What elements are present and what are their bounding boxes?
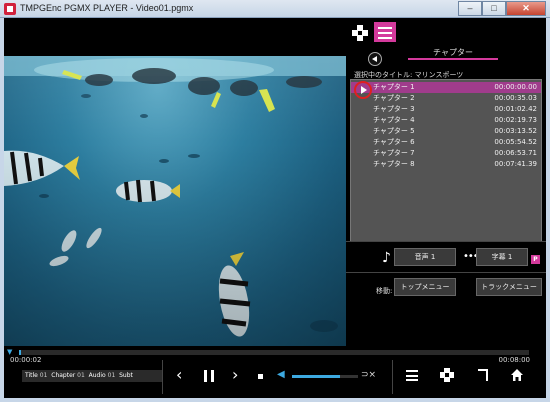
return-icon[interactable] [478, 369, 488, 381]
chapter-row[interactable]: チャプター 8 00:07:41.39 [351, 159, 541, 170]
chapter-name: チャプター 6 [373, 138, 415, 146]
info-subt-key: Subt [119, 372, 133, 379]
prev-icon[interactable]: ‹ [176, 365, 182, 384]
panel-divider [346, 272, 546, 273]
chapter-name: チャプター 4 [373, 116, 415, 124]
chapter-row[interactable]: チャプター 1 00:00:00.00 [351, 82, 541, 93]
elapsed-time: 00:00:02 [10, 356, 42, 364]
info-chapter-val: 01 [77, 372, 85, 379]
control-divider [392, 360, 393, 394]
chapter-row[interactable]: チャプター 3 00:01:02.42 [351, 104, 541, 115]
panel-header: チャプター [433, 48, 473, 57]
chapter-name: チャプター 1 [373, 83, 415, 91]
info-title-key: Title [25, 372, 38, 379]
hamburger-icon[interactable] [406, 370, 418, 381]
chapter-time: 00:02:19.73 [494, 116, 537, 124]
dpad-nav-icon[interactable] [440, 368, 454, 382]
chapter-panel: チャプター 選択中のタイトル: マリンスポーツ チャプター 1 00:00:00.… [346, 42, 546, 346]
chapter-name: チャプター 5 [373, 127, 415, 135]
loop-icon[interactable]: ⊃× [361, 370, 376, 380]
chapter-time: 00:00:00.00 [494, 83, 537, 91]
info-audio-val: 01 [107, 372, 116, 379]
back-icon[interactable] [368, 52, 382, 66]
track-menu-button[interactable]: トラックメニュー [476, 278, 542, 296]
play-icon[interactable] [354, 81, 372, 99]
top-menu-button[interactable]: トップメニュー [394, 278, 456, 296]
seek-bar-fill [19, 350, 22, 355]
chapter-row[interactable]: チャプター 7 00:06:53.71 [351, 148, 541, 159]
window-controls: – □ ✕ [458, 1, 546, 16]
chapter-name: チャプター 7 [373, 149, 415, 157]
subtitle-button[interactable]: 字幕 1 [476, 248, 528, 266]
app-icon [4, 3, 16, 15]
chapter-row[interactable]: チャプター 5 00:03:13.52 [351, 126, 541, 137]
volume-slider[interactable] [292, 375, 358, 378]
info-chapter-key: Chapter [51, 372, 76, 379]
volume-slider-fill [292, 375, 340, 378]
info-title-val: 01 [39, 372, 48, 379]
maximize-button[interactable]: □ [482, 1, 506, 16]
chapter-time: 00:03:13.52 [494, 127, 537, 135]
info-audio-key: Audio [88, 372, 106, 379]
chapter-row[interactable]: チャプター 2 00:00:35.03 [351, 93, 541, 104]
control-bar: 00:00:02 00:08:00 Title 01 Chapter 01 Au… [4, 356, 546, 398]
pause-icon[interactable] [204, 370, 214, 382]
menu-icon[interactable] [374, 22, 396, 44]
audio-button[interactable]: 音声 1 [394, 248, 456, 266]
dpad-icon[interactable] [352, 25, 368, 41]
chapter-time: 00:07:41.39 [494, 160, 537, 168]
window-title: TMPGEnc PGMX PLAYER - Video01.pgmx [20, 3, 194, 13]
total-time: 00:08:00 [498, 356, 530, 364]
stop-icon[interactable] [258, 374, 263, 379]
chapter-time: 00:05:54.52 [494, 138, 537, 146]
chapter-row[interactable]: チャプター 4 00:02:19.73 [351, 115, 541, 126]
info-strip: Title 01 Chapter 01 Audio 01 Subt [22, 370, 162, 382]
seek-bar[interactable] [19, 350, 529, 355]
minimize-button[interactable]: – [458, 1, 482, 16]
panel-divider [346, 241, 546, 242]
control-divider [162, 360, 163, 394]
chapter-time: 00:06:53.71 [494, 149, 537, 157]
home-icon[interactable] [510, 368, 524, 382]
title-bar: TMPGEnc PGMX PLAYER - Video01.pgmx – □ ✕ [0, 0, 550, 18]
chapter-row[interactable]: チャプター 6 00:05:54.52 [351, 137, 541, 148]
next-icon[interactable]: › [232, 365, 238, 384]
music-note-icon: ♪ [382, 250, 391, 266]
chapter-name: チャプター 8 [373, 160, 415, 168]
chapter-name: チャプター 2 [373, 94, 415, 102]
chapter-time: 00:01:02.42 [494, 105, 537, 113]
close-button[interactable]: ✕ [506, 1, 546, 16]
panel-header-underline [408, 58, 498, 60]
subtitle-badge: P [531, 255, 540, 264]
move-label: 移動: [376, 287, 393, 295]
seek-marker-icon: ▼ [7, 348, 13, 356]
volume-icon[interactable]: ◀ [277, 369, 285, 380]
chapter-name: チャプター 3 [373, 105, 415, 113]
chapter-list: チャプター 1 00:00:00.00 チャプター 2 00:00:35.03 チャ… [350, 79, 542, 242]
video-overlay [4, 56, 346, 346]
chapter-time: 00:00:35.03 [494, 94, 537, 102]
